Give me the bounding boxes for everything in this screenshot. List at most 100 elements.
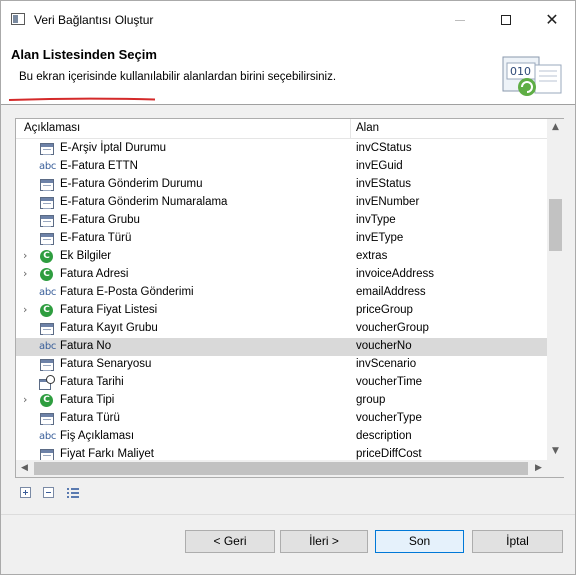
row-label: Ek Bilgiler	[60, 250, 112, 262]
chevron-right-icon[interactable]: ›	[23, 304, 33, 316]
abc-icon: abc	[39, 341, 57, 352]
date-icon	[39, 375, 55, 390]
vertical-scrollbar[interactable]: ▲ ▼	[547, 119, 564, 460]
graphic-text: 010	[510, 65, 531, 78]
page-title: Alan Listesinden Seçim	[11, 47, 157, 62]
class-icon: C	[39, 394, 55, 408]
expand-all-icon	[20, 487, 31, 498]
row-field: invScenario	[356, 358, 417, 370]
table-icon	[39, 214, 55, 228]
chevron-right-icon[interactable]: ›	[23, 268, 33, 280]
row-label: Fatura Türü	[60, 412, 120, 424]
scroll-right-icon[interactable]: ▶	[530, 460, 547, 477]
row-field: voucherType	[356, 412, 422, 424]
row-label: E-Fatura Gönderim Numaralama	[60, 196, 228, 208]
table-row[interactable]: abc Fatura No voucherNo	[16, 338, 547, 356]
abc-icon: abc	[39, 431, 57, 442]
row-field: extras	[356, 250, 388, 262]
horizontal-scrollbar[interactable]: ◀ ▶	[16, 460, 547, 477]
collapse-all-button[interactable]	[42, 486, 56, 500]
table-row[interactable]: Fatura Senaryosu invScenario	[16, 356, 547, 374]
row-label: E-Fatura Gönderim Durumu	[60, 178, 203, 190]
table-body: E-Arşiv İptal Durumu invCStatus abc E-Fatur…	[16, 140, 547, 462]
table-icon	[39, 142, 55, 156]
scroll-up-icon[interactable]: ▲	[547, 119, 564, 136]
list-view-button[interactable]	[66, 486, 80, 500]
window-title: Veri Bağlantısı Oluştur	[34, 13, 154, 27]
expand-all-button[interactable]	[19, 486, 33, 500]
table-row[interactable]: E-Fatura Türü invEType	[16, 230, 547, 248]
table-icon	[39, 358, 55, 372]
minimize-icon	[455, 19, 465, 21]
row-field: voucherNo	[356, 340, 412, 352]
row-label: Fatura Fiyat Listesi	[60, 304, 158, 316]
close-button[interactable]: ✕	[529, 1, 575, 39]
title-bar[interactable]: Veri Bağlantısı Oluştur ✕	[1, 1, 575, 39]
table-row[interactable]: Fatura Tarihi voucherTime	[16, 374, 547, 392]
table-row[interactable]: abc Fatura E-Posta Gönderimi emailAddress	[16, 284, 547, 302]
row-label: Fiş Açıklaması	[60, 430, 135, 442]
title-underline	[8, 97, 156, 101]
table-row[interactable]: E-Fatura Grubu invType	[16, 212, 547, 230]
row-label: Fatura Tarihi	[60, 376, 124, 388]
row-field: invoiceAddress	[356, 268, 434, 280]
app-window-icon	[11, 13, 25, 25]
row-label: Fatura Kayıt Grubu	[60, 322, 158, 334]
field-tree-table[interactable]: Açıklaması Alan E-Arşiv İptal Durumu invC…	[15, 118, 564, 478]
row-field: invType	[356, 214, 396, 226]
page-description: Bu ekran içerisinde kullanılabilir alanl…	[19, 71, 337, 83]
row-field: voucherGroup	[356, 322, 429, 334]
table-row[interactable]: Fatura Kayıt Grubu voucherGroup	[16, 320, 547, 338]
row-field: group	[356, 394, 386, 406]
table-row[interactable]: › C Fatura Adresi invoiceAddress	[16, 266, 547, 284]
table-row[interactable]: E-Arşiv İptal Durumu invCStatus	[16, 140, 547, 158]
table-row[interactable]: E-Fatura Gönderim Durumu invEStatus	[16, 176, 547, 194]
row-field: voucherTime	[356, 376, 423, 388]
maximize-button[interactable]	[483, 1, 529, 39]
table-row[interactable]: › C Fatura Tipi group	[16, 392, 547, 410]
row-label: E-Fatura ETTN	[60, 160, 138, 172]
abc-icon: abc	[39, 161, 57, 172]
finish-button[interactable]: Son	[375, 530, 464, 553]
scroll-down-icon[interactable]: ▼	[547, 443, 564, 460]
class-icon: C	[39, 304, 55, 318]
scroll-left-icon[interactable]: ◀	[16, 460, 33, 477]
row-label: Fatura E-Posta Gönderimi	[60, 286, 194, 298]
row-label: Fiyat Farkı Maliyet	[60, 448, 154, 460]
class-icon: C	[39, 250, 55, 264]
row-label: Fatura No	[60, 340, 112, 352]
table-row[interactable]: › C Fatura Fiyat Listesi priceGroup	[16, 302, 547, 320]
table-row[interactable]: Fatura Türü voucherType	[16, 410, 547, 428]
chevron-right-icon[interactable]: ›	[23, 250, 33, 262]
minimize-button[interactable]	[437, 1, 483, 39]
next-button[interactable]: İleri >	[280, 530, 368, 553]
row-label: Fatura Tipi	[60, 394, 115, 406]
row-label: Fatura Adresi	[60, 268, 129, 280]
cancel-button[interactable]: İptal	[472, 530, 563, 553]
vertical-scroll-thumb[interactable]	[549, 199, 562, 251]
row-field: priceDiffCost	[356, 448, 422, 460]
row-field: emailAddress	[356, 286, 426, 298]
dialog-window: Veri Bağlantısı Oluştur ✕ Alan Listesind…	[0, 0, 576, 575]
column-header-field[interactable]: Alan	[356, 122, 379, 134]
table-row[interactable]: › C Ek Bilgiler extras	[16, 248, 547, 266]
list-icon	[67, 488, 69, 490]
table-row[interactable]: abc E-Fatura ETTN invEGuid	[16, 158, 547, 176]
back-button[interactable]: < Geri	[185, 530, 275, 553]
row-field: priceGroup	[356, 304, 413, 316]
row-field: invEStatus	[356, 178, 411, 190]
table-icon	[39, 322, 55, 336]
row-field: invENumber	[356, 196, 420, 208]
column-divider[interactable]	[350, 119, 351, 139]
table-icon	[39, 232, 55, 246]
abc-icon: abc	[39, 287, 57, 298]
table-row[interactable]: E-Fatura Gönderim Numaralama invENumber	[16, 194, 547, 212]
close-icon: ✕	[545, 10, 559, 29]
row-field: description	[356, 430, 412, 442]
horizontal-scroll-thumb[interactable]	[34, 462, 528, 475]
chevron-right-icon[interactable]: ›	[23, 394, 33, 406]
table-row[interactable]: abc Fiş Açıklaması description	[16, 428, 547, 446]
column-header-description[interactable]: Açıklaması	[24, 122, 80, 134]
row-field: invCStatus	[356, 142, 412, 154]
row-field: invEGuid	[356, 160, 403, 172]
